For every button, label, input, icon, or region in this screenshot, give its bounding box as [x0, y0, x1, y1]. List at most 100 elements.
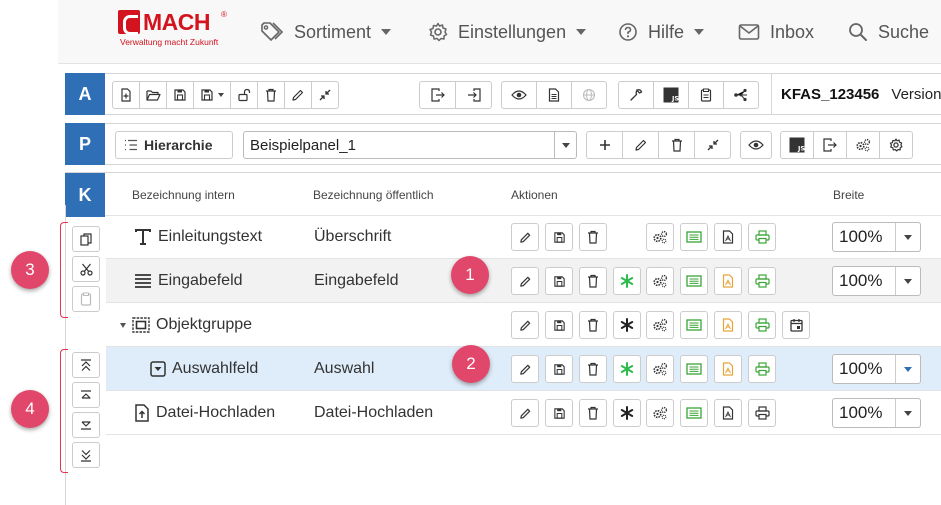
move-bottom-button[interactable] — [72, 442, 100, 468]
element-print-button[interactable] — [748, 311, 776, 339]
copy-button[interactable] — [72, 226, 100, 252]
save-element-button[interactable] — [545, 223, 573, 251]
clipboard-button[interactable] — [688, 81, 724, 109]
save-element-button[interactable] — [545, 267, 573, 295]
width-select[interactable]: 100% — [832, 398, 921, 428]
table-row[interactable]: Eingabefeld Eingabefeld 100% — [106, 259, 941, 303]
add-panel-button[interactable] — [586, 131, 623, 159]
delete-element-button[interactable] — [579, 355, 607, 383]
mach-logo[interactable]: MACH ® Verwaltung macht Zukunft — [118, 10, 238, 50]
save-element-button[interactable] — [545, 355, 573, 383]
element-print-button[interactable] — [748, 223, 776, 251]
save-button[interactable] — [166, 81, 194, 109]
document-button[interactable] — [536, 81, 572, 109]
element-settings-button[interactable] — [646, 355, 674, 383]
delete-element-button[interactable] — [579, 267, 607, 295]
move-to-top-icon — [81, 358, 91, 371]
export-button[interactable] — [419, 81, 456, 109]
table-row[interactable]: Datei-Hochladen Datei-Hochladen 100% — [106, 391, 941, 435]
move-down-button[interactable] — [72, 412, 100, 438]
paste-icon — [80, 292, 92, 306]
element-list-button[interactable] — [680, 355, 708, 383]
nav-sortiment[interactable]: Sortiment — [260, 20, 392, 44]
element-settings-button[interactable] — [646, 267, 674, 295]
edit-element-button[interactable] — [511, 399, 539, 427]
nav-suche[interactable]: Suche — [848, 20, 929, 44]
width-select[interactable]: 100% — [832, 222, 921, 252]
expand-caret-icon[interactable] — [120, 322, 126, 328]
javascript-icon: JS — [663, 87, 679, 103]
width-select[interactable]: 100% — [832, 354, 921, 384]
gears-icon — [653, 318, 668, 332]
table-row[interactable]: Auswahlfeld Auswahl 100% — [106, 347, 941, 391]
javascript-button[interactable]: JS — [653, 81, 689, 109]
panel-export-button[interactable] — [813, 131, 847, 159]
element-pdf-button[interactable] — [714, 311, 742, 339]
cut-button[interactable] — [72, 256, 100, 282]
delete-button[interactable] — [257, 81, 285, 109]
save-element-button[interactable] — [545, 311, 573, 339]
unlock-button[interactable] — [230, 81, 258, 109]
element-pdf-button[interactable] — [714, 355, 742, 383]
element-settings-button[interactable] — [646, 311, 674, 339]
globe-button[interactable] — [571, 81, 607, 109]
move-up-button[interactable] — [72, 382, 100, 408]
panel-javascript-button[interactable]: JS — [780, 131, 814, 159]
nav-inbox[interactable]: Inbox — [738, 20, 814, 44]
open-folder-button[interactable] — [139, 81, 167, 109]
save-as-dropdown-button[interactable] — [193, 81, 231, 109]
collapse-button[interactable] — [311, 81, 339, 109]
preview-button[interactable] — [501, 81, 537, 109]
element-pdf-button[interactable] — [714, 267, 742, 295]
delete-panel-button[interactable] — [658, 131, 695, 159]
element-list-button[interactable] — [680, 311, 708, 339]
move-top-button[interactable] — [72, 352, 100, 378]
import-button[interactable] — [455, 81, 492, 109]
element-calendar-button[interactable] — [782, 311, 810, 339]
panel-gears-button[interactable] — [846, 131, 880, 159]
edit-element-button[interactable] — [511, 267, 539, 295]
element-print-button[interactable] — [748, 267, 776, 295]
element-pdf-button[interactable] — [714, 399, 742, 427]
paste-button[interactable] — [72, 286, 100, 312]
collapse-panel-button[interactable] — [694, 131, 731, 159]
nav-einstellungen[interactable]: Einstellungen — [428, 20, 587, 44]
element-pdf-button[interactable] — [714, 223, 742, 251]
edit-button[interactable] — [284, 81, 312, 109]
element-list-button[interactable] — [680, 267, 708, 295]
edit-panel-button[interactable] — [622, 131, 659, 159]
required-toggle-button[interactable] — [613, 399, 641, 427]
element-list-button[interactable] — [680, 399, 708, 427]
table-row[interactable]: Objektgruppe — [106, 303, 941, 347]
elements-table-header: K Bezeichnung intern Bezeichnung öffentl… — [65, 172, 941, 217]
element-print-button[interactable] — [748, 355, 776, 383]
element-print-button[interactable] — [748, 399, 776, 427]
required-toggle-button[interactable] — [613, 267, 641, 295]
element-settings-button[interactable] — [646, 399, 674, 427]
save-element-button[interactable] — [545, 399, 573, 427]
asterisk-icon — [620, 362, 634, 376]
hierarchy-button[interactable]: Hierarchie — [115, 131, 233, 159]
envelope-icon — [738, 24, 760, 40]
edit-element-button[interactable] — [511, 223, 539, 251]
width-select[interactable]: 100% — [832, 266, 921, 296]
network-button[interactable] — [723, 81, 759, 109]
pencil-icon — [519, 276, 530, 287]
panel-preview-button[interactable] — [740, 131, 772, 159]
new-file-button[interactable] — [112, 81, 140, 109]
element-list-button[interactable] — [680, 223, 708, 251]
delete-element-button[interactable] — [579, 311, 607, 339]
delete-element-button[interactable] — [579, 399, 607, 427]
table-row[interactable]: Einleitungstext Überschrift 100% — [106, 215, 941, 259]
edit-element-button[interactable] — [511, 311, 539, 339]
delete-element-button[interactable] — [579, 223, 607, 251]
element-settings-button[interactable] — [646, 223, 674, 251]
required-toggle-button[interactable] — [613, 311, 641, 339]
edit-element-button[interactable] — [511, 355, 539, 383]
nav-hilfe[interactable]: Hilfe — [618, 20, 705, 44]
required-toggle-button[interactable] — [613, 355, 641, 383]
lines-icon — [135, 274, 151, 288]
tools-button[interactable] — [618, 81, 654, 109]
panel-settings-button[interactable] — [879, 131, 913, 159]
panel-select[interactable]: Beispielpanel_1 — [243, 131, 577, 159]
